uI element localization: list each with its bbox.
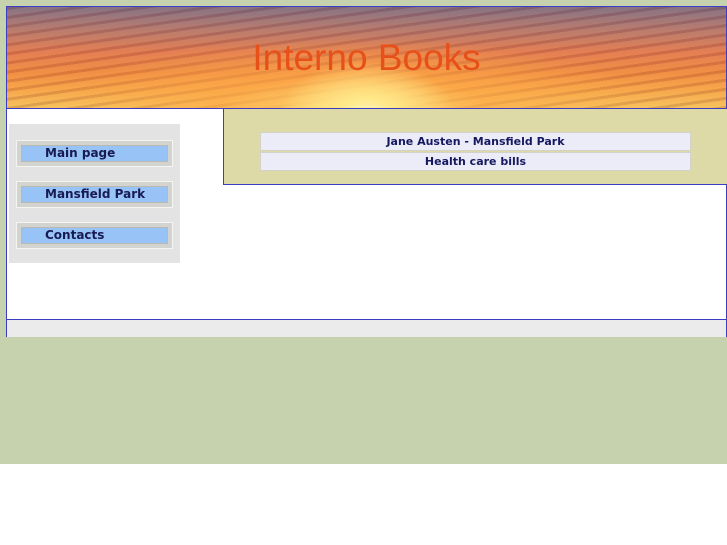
link-jane-austen-mansfield-park[interactable]: Jane Austen - Mansfield Park (260, 132, 691, 151)
sidebar-item-contacts[interactable]: Contacts (16, 222, 173, 249)
sidebar-item-main-page[interactable]: Main page (16, 140, 173, 167)
footer-bar (7, 319, 726, 337)
site-title: Interno Books (252, 37, 481, 78)
header-banner: Interno Books (7, 7, 726, 109)
sidebar-item-mansfield-park[interactable]: Mansfield Park (16, 181, 173, 208)
link-health-care-bills[interactable]: Health care bills (260, 152, 691, 171)
content-panel: Jane Austen - Mansfield Park Health care… (223, 109, 727, 185)
site-frame: Interno Books Main page Mansfield Park C… (6, 6, 727, 337)
sidebar-nav: Main page Mansfield Park Contacts (9, 124, 180, 263)
